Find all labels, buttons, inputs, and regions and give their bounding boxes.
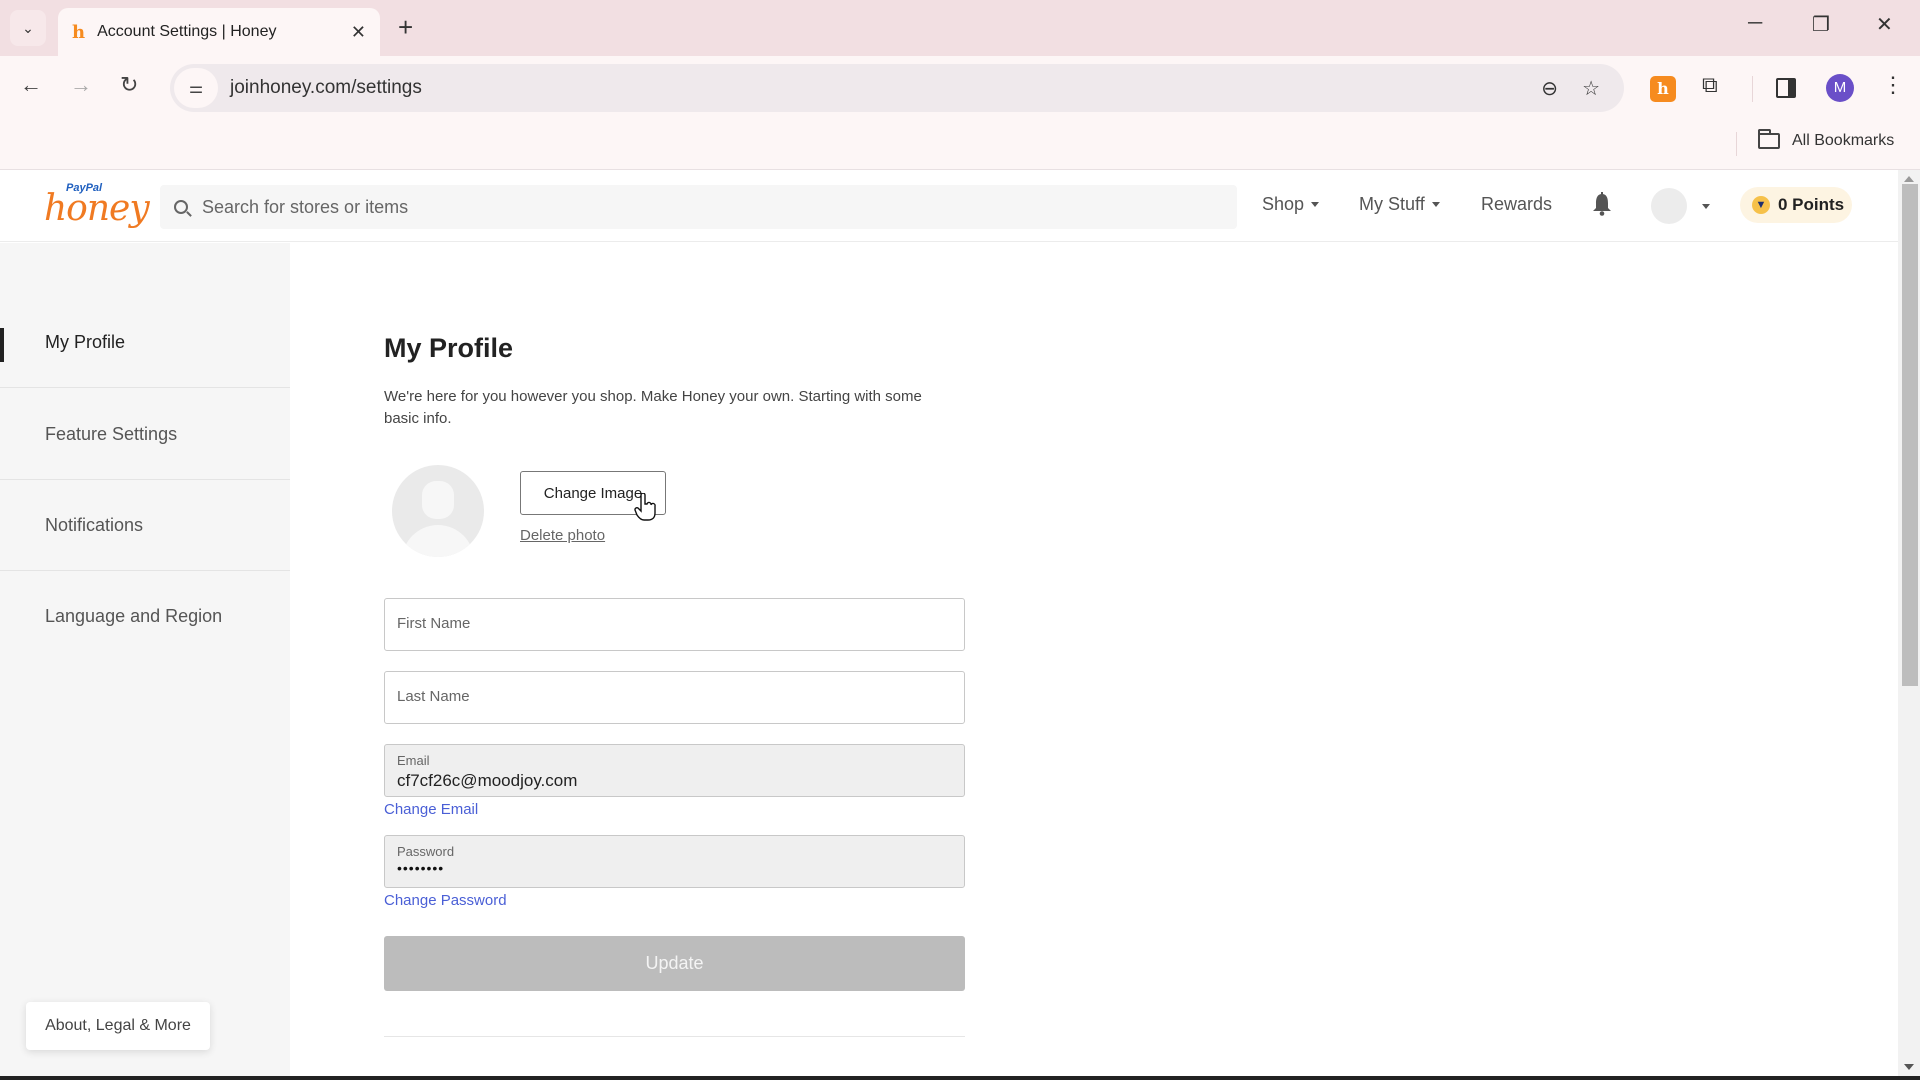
profile-photo xyxy=(392,465,484,557)
reload-icon[interactable]: ↻ xyxy=(120,72,138,98)
sidebar-item-feature-settings[interactable]: Feature Settings xyxy=(0,389,290,480)
bookmarks-divider xyxy=(1736,132,1737,156)
folder-icon xyxy=(1758,129,1780,149)
sidebar-item-notifications[interactable]: Notifications xyxy=(0,480,290,571)
first-name-field[interactable] xyxy=(384,598,965,651)
nav-rewards[interactable]: Rewards xyxy=(1481,194,1552,215)
last-name-input[interactable] xyxy=(397,688,947,705)
all-bookmarks-label: All Bookmarks xyxy=(1792,132,1895,149)
avatar-placeholder-head xyxy=(422,481,454,519)
back-icon[interactable]: ← xyxy=(20,72,42,98)
puzzle-icon[interactable]: ⧉ xyxy=(1702,72,1718,98)
scroll-down-arrow-icon[interactable] xyxy=(1904,1064,1914,1070)
bookmarks-bar: All Bookmarks xyxy=(0,120,1920,170)
star-icon[interactable]: ☆ xyxy=(1582,76,1600,101)
change-password-link[interactable]: Change Password xyxy=(384,892,507,909)
browser-toolbar: ← → ↻ ⚌ joinhoney.com/settings ⊖ ☆ h ⧉ M… xyxy=(0,56,1920,120)
restore-icon[interactable]: ❐ xyxy=(1812,12,1830,37)
first-name-input[interactable] xyxy=(397,615,947,632)
page-title: My Profile xyxy=(384,333,514,363)
caret-down-icon[interactable] xyxy=(1702,204,1710,209)
update-button[interactable]: Update xyxy=(384,936,965,991)
hand-cursor-icon xyxy=(634,493,656,521)
caret-down-icon xyxy=(1311,202,1320,207)
honey-extension-icon[interactable]: h xyxy=(1650,76,1676,102)
sidebar-item-label: Notifications xyxy=(45,514,144,535)
section-divider xyxy=(384,1036,965,1037)
bell-icon[interactable] xyxy=(1592,192,1612,216)
forward-icon[interactable]: → xyxy=(70,72,92,98)
points-text: 0 Points xyxy=(1778,195,1845,214)
nav-my-stuff-label: My Stuff xyxy=(1359,194,1425,214)
last-name-field[interactable] xyxy=(384,671,965,724)
password-value: •••••••• xyxy=(397,860,445,876)
user-avatar[interactable] xyxy=(1651,188,1687,224)
window-close-icon[interactable]: ✕ xyxy=(1876,12,1893,37)
chevron-down-icon: ⌄ xyxy=(22,19,34,36)
password-label: Password xyxy=(397,844,455,859)
browser-tab-strip: ⌄ h Account Settings | Honey ✕ + ─ ❐ ✕ xyxy=(0,0,1920,56)
sidebar-item-label: Language and Region xyxy=(45,606,223,626)
sidebar-item-label: Feature Settings xyxy=(45,423,178,444)
about-legal-more-button[interactable]: About, Legal & More xyxy=(26,1002,210,1050)
email-field: Email cf7cf26c@moodjoy.com xyxy=(384,744,965,797)
points-badge[interactable]: ▼ 0 Points xyxy=(1740,187,1852,223)
search-bar[interactable] xyxy=(160,185,1237,229)
password-field: Password •••••••• xyxy=(384,835,965,888)
toolbar-divider xyxy=(1752,76,1753,102)
change-email-link[interactable]: Change Email xyxy=(384,801,478,818)
delete-photo-link[interactable]: Delete photo xyxy=(520,527,605,544)
logo-paypal-text: PayPal xyxy=(66,182,103,194)
address-bar[interactable]: ⚌ joinhoney.com/settings ⊖ ☆ xyxy=(170,64,1624,112)
caret-down-icon xyxy=(1431,202,1440,207)
honey-favicon-icon: h xyxy=(72,21,86,43)
new-tab-button[interactable]: + xyxy=(398,12,413,43)
url-text[interactable]: joinhoney.com/settings xyxy=(230,77,1541,99)
nav-my-stuff[interactable]: My Stuff xyxy=(1359,194,1440,215)
browser-tab[interactable]: h Account Settings | Honey ✕ xyxy=(58,8,380,56)
email-value: cf7cf26c@moodjoy.com xyxy=(397,771,578,790)
scroll-up-arrow-icon[interactable] xyxy=(1904,176,1914,182)
site-info-button[interactable]: ⚌ xyxy=(174,68,218,108)
profile-avatar[interactable]: M xyxy=(1826,74,1854,102)
trophy-icon: ▼ xyxy=(1752,196,1770,214)
all-bookmarks-button[interactable]: All Bookmarks xyxy=(1758,129,1895,150)
kebab-icon[interactable]: ⋮ xyxy=(1882,72,1904,98)
scroll-thumb[interactable] xyxy=(1902,184,1918,686)
intro-text: We're here for you however you shop. Mak… xyxy=(384,388,922,427)
tune-icon: ⚌ xyxy=(188,80,204,97)
settings-sidebar: My Profile Feature Settings Notification… xyxy=(0,243,290,1080)
zoom-out-icon[interactable]: ⊖ xyxy=(1541,76,1558,101)
tab-search-button[interactable]: ⌄ xyxy=(10,10,46,46)
search-input[interactable] xyxy=(202,196,1102,218)
side-panel-icon[interactable] xyxy=(1776,78,1796,98)
bottom-edge xyxy=(0,1076,1920,1080)
nav-shop[interactable]: Shop xyxy=(1262,194,1320,215)
email-label: Email xyxy=(397,753,430,768)
sidebar-item-my-profile[interactable]: My Profile xyxy=(0,297,290,388)
tab-title: Account Settings | Honey xyxy=(97,23,277,40)
nav-rewards-label: Rewards xyxy=(1481,194,1553,214)
sidebar-item-label: My Profile xyxy=(45,331,126,352)
logo-honey-text: honey xyxy=(44,188,150,229)
site-header: honey PayPal Shop My Stuff Rewards ▼ 0 P… xyxy=(0,170,1898,242)
search-icon xyxy=(174,200,188,214)
minimize-icon[interactable]: ─ xyxy=(1748,12,1762,35)
honey-logo[interactable]: honey PayPal xyxy=(44,182,150,230)
page-scrollbar[interactable] xyxy=(1898,170,1920,1076)
nav-shop-label: Shop xyxy=(1262,194,1305,214)
sidebar-item-language-region[interactable]: Language and Region xyxy=(0,571,290,662)
close-icon[interactable]: ✕ xyxy=(351,22,366,43)
avatar-placeholder-body xyxy=(402,525,474,557)
